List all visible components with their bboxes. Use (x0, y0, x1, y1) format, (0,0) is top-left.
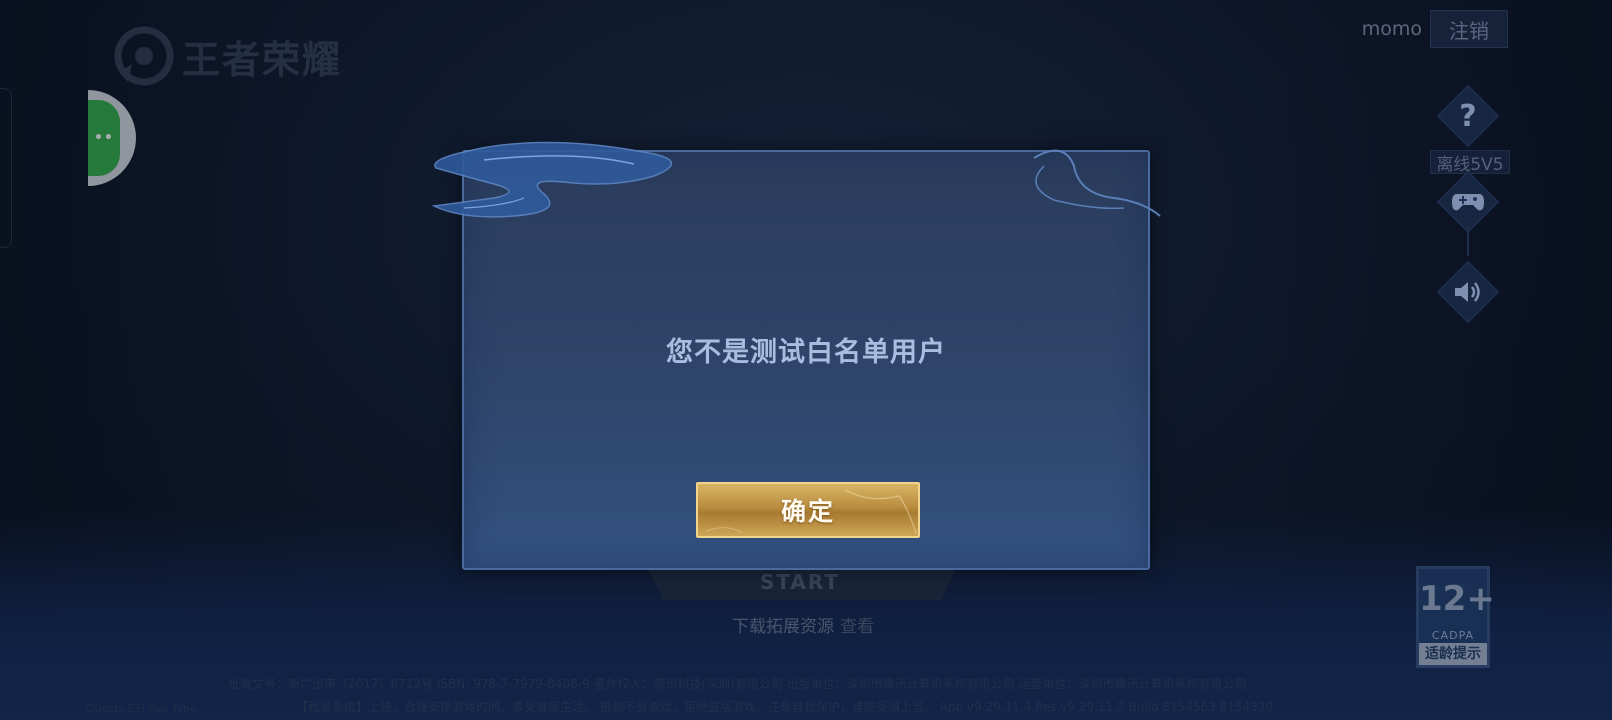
confirm-button-label: 确定 (780, 497, 835, 526)
question-mark-icon: ? (1459, 98, 1477, 134)
dialog-message: 您不是测试白名单用户 (666, 337, 946, 368)
game-lobby-background: 王者荣耀 momo 注销 •• ? 离线5V5 12+ CADPA 适龄提示 S… (0, 0, 1612, 720)
gamepad-icon (1452, 194, 1484, 211)
confirm-button[interactable]: 确定 (696, 482, 920, 538)
alert-dialog: 您不是测试白名单用户 确定 (462, 150, 1150, 570)
speaker-icon (1455, 282, 1480, 302)
